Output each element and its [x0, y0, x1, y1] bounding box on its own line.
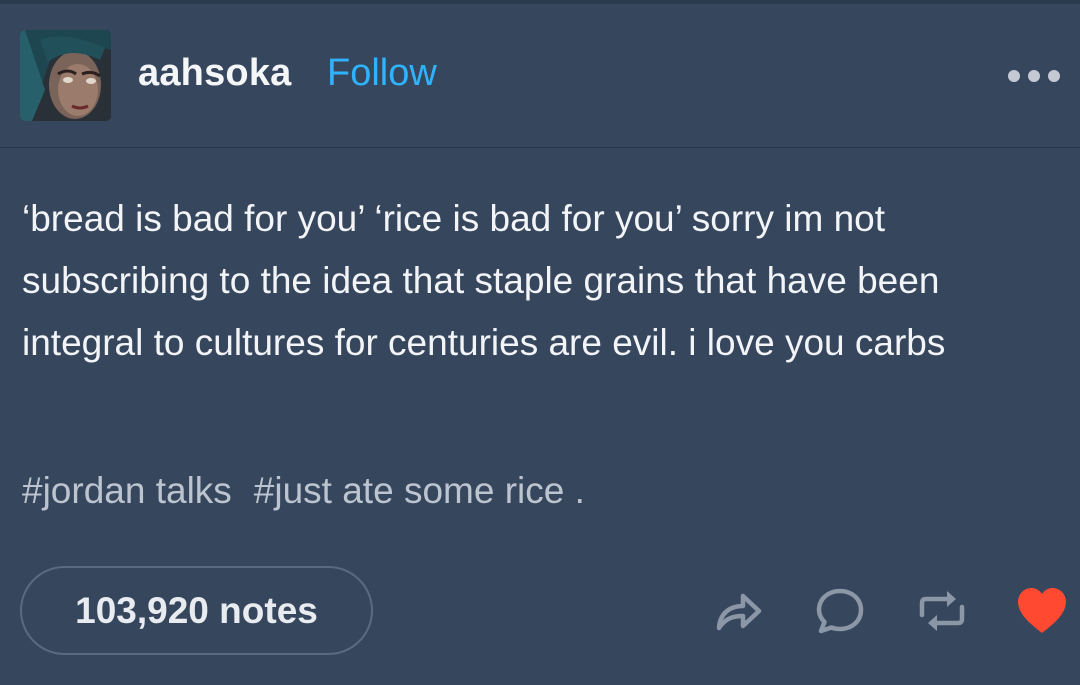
reblog-icon[interactable] [914, 583, 970, 639]
follow-button[interactable]: Follow [327, 52, 437, 95]
avatar[interactable] [20, 30, 111, 121]
dot [1028, 70, 1040, 82]
dot [1008, 70, 1020, 82]
avatar-image [20, 30, 111, 121]
post-header: aahsoka Follow [0, 0, 1080, 148]
reply-icon[interactable] [812, 583, 868, 639]
tag-link[interactable]: #just ate some rice . [254, 470, 585, 511]
like-heart-icon[interactable] [1014, 583, 1070, 639]
more-options-icon[interactable] [1008, 66, 1060, 86]
username[interactable]: aahsoka [138, 52, 292, 95]
post-body-text: ‘bread is bad for you’ ‘rice is bad for … [22, 198, 946, 363]
notes-button[interactable]: 103,920 notes [20, 566, 373, 655]
dot [1048, 70, 1060, 82]
post-tags: #jordan talks #just ate some rice . [22, 470, 607, 512]
share-icon[interactable] [710, 583, 766, 639]
tag-link[interactable]: #jordan talks [22, 470, 232, 511]
